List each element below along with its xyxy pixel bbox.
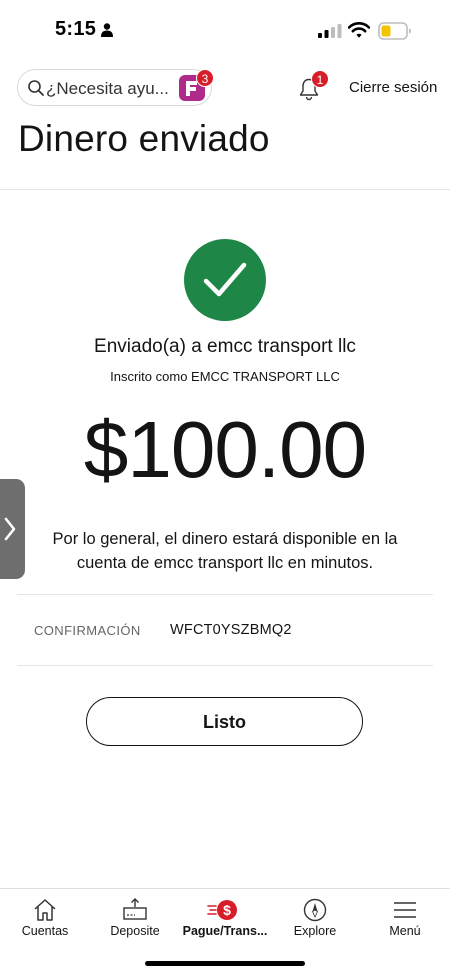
status-time: 5:15 [55, 18, 97, 40]
search-placeholder: ¿Necesita ayu... [46, 79, 169, 98]
nav-item-deposit[interactable]: Deposite [90, 889, 180, 949]
enrolled-name: Inscrito como EMCC TRANSPORT LLC [110, 369, 340, 384]
svg-text:$: $ [223, 902, 231, 918]
wifi-icon [348, 22, 370, 38]
search-icon [28, 80, 44, 96]
notification-badge: 1 [311, 70, 329, 88]
deposit-icon [123, 898, 147, 920]
search-notification-badge: 3 [196, 69, 214, 87]
confirmation-label: CONFIRMACIÓN [34, 623, 141, 638]
home-icon [34, 899, 56, 921]
nav-label: Cuentas [21, 924, 69, 938]
menu-icon [394, 902, 416, 918]
nav-item-accounts[interactable]: Cuentas [0, 889, 90, 949]
nav-item-menu[interactable]: Menú [360, 889, 450, 949]
status-bar: 5:15 [0, 0, 450, 58]
nav-label: Explore [293, 924, 337, 938]
nav-label: Pague/Trans... [182, 924, 268, 938]
pay-transfer-icon: $ [207, 900, 237, 920]
nav-item-explore[interactable]: Explore [270, 889, 360, 949]
done-button[interactable]: Listo [86, 697, 363, 746]
battery-icon [378, 22, 411, 40]
divider [17, 594, 433, 595]
person-icon [101, 23, 113, 37]
nav-label: Deposite [110, 924, 160, 938]
home-indicator [145, 961, 305, 966]
success-check-icon [184, 239, 266, 321]
amount-sent: $100.00 [83, 405, 367, 494]
availability-message: Por lo general, el dinero estará disponi… [52, 530, 398, 572]
chevron-right-icon [4, 517, 16, 541]
divider [17, 665, 433, 666]
recipient-line: Enviado(a) a emcc transport llc [94, 336, 356, 357]
page-title: Dinero enviado [18, 118, 270, 159]
cellular-signal-icon [318, 24, 342, 38]
confirmation-code: WFCT0YSZBMQ2 [170, 622, 292, 638]
title-divider [0, 189, 450, 190]
compass-icon [303, 898, 327, 922]
nav-label: Menú [389, 924, 421, 938]
logout-link[interactable]: Cierre sesión [349, 79, 437, 96]
nav-item-pay-transfer[interactable]: $ Pague/Trans... [180, 889, 270, 949]
